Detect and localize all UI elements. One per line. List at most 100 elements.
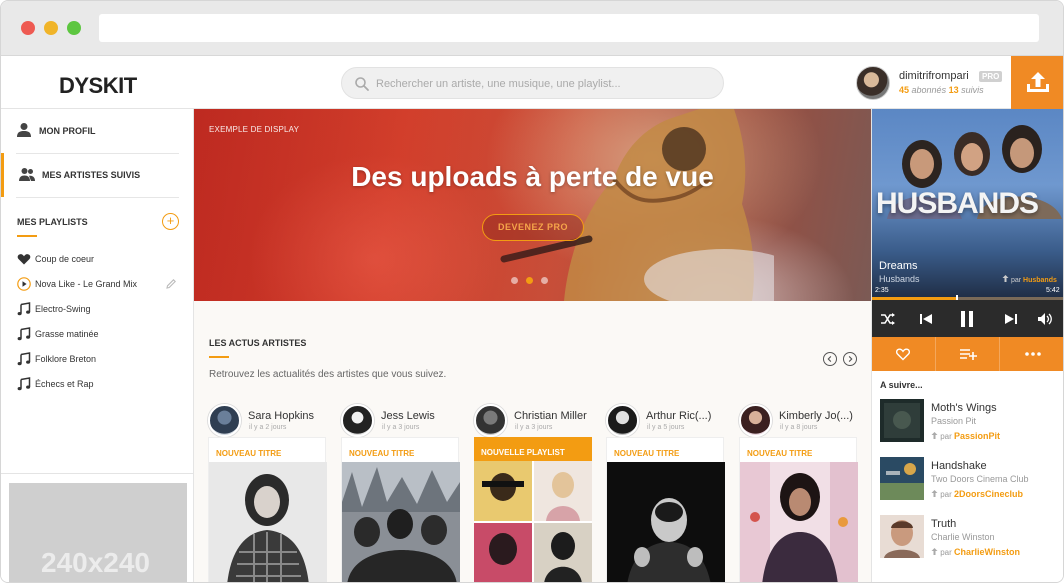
uploader-link[interactable]: CharlieWinston bbox=[954, 547, 1020, 557]
more-icon bbox=[1025, 352, 1041, 356]
album-cover[interactable]: HUSBANDS Dreams Husbands par Husbands 2:… bbox=[872, 109, 1063, 299]
queue-title: Moth's Wings bbox=[931, 402, 997, 414]
avatar[interactable] bbox=[856, 66, 890, 100]
queue-item[interactable]: Moth's Wings Passion Pit par PassionPit bbox=[880, 399, 1060, 444]
add-playlist-button[interactable]: + bbox=[162, 213, 179, 230]
post-time: il y a 3 jours bbox=[382, 424, 420, 431]
card-image[interactable] bbox=[342, 462, 460, 583]
card-tag: NOUVEAU TITRE bbox=[216, 449, 282, 458]
queue-uploader: par PassionPit bbox=[931, 431, 1000, 441]
track-title[interactable]: Dreams bbox=[879, 260, 918, 272]
hero-tag: EXEMPLE DE DISPLAY bbox=[209, 125, 300, 134]
sidebar-item-followed-artists[interactable]: MES ARTISTES SUIVIS bbox=[1, 153, 194, 197]
queue-artist: Charlie Winston bbox=[931, 532, 995, 542]
card-image-collage[interactable] bbox=[474, 461, 592, 583]
post-time: il y a 2 jours bbox=[249, 424, 287, 431]
playlist-item[interactable]: Échecs et Rap bbox=[17, 376, 182, 394]
playlist-add-icon bbox=[960, 349, 977, 360]
card-image[interactable] bbox=[740, 462, 858, 583]
carousel-dot[interactable] bbox=[541, 277, 548, 284]
card-body: NOUVEAU TITRE bbox=[208, 437, 327, 583]
news-card-highlighted[interactable]: Christian Miller il y a 3 jours NOUVELLE… bbox=[474, 401, 592, 583]
close-window-button[interactable] bbox=[21, 21, 35, 35]
player-controls bbox=[872, 300, 1063, 337]
track-uploader: par Husbands bbox=[1002, 275, 1057, 284]
artist-avatar[interactable] bbox=[474, 404, 507, 437]
volume-icon[interactable] bbox=[1036, 310, 1054, 328]
maximize-window-button[interactable] bbox=[67, 21, 81, 35]
card-image[interactable] bbox=[209, 462, 327, 583]
pencil-icon[interactable] bbox=[165, 278, 177, 290]
playlist-item[interactable]: Coup de coeur bbox=[17, 251, 182, 269]
artist-name[interactable]: Sara Hopkins bbox=[248, 410, 314, 422]
heading-underline bbox=[17, 235, 37, 237]
queue-item[interactable]: Truth Charlie Winston par CharlieWinston bbox=[880, 515, 1060, 560]
previous-icon[interactable] bbox=[917, 310, 935, 328]
post-time: il y a 3 jours bbox=[515, 424, 553, 431]
artist-name[interactable]: Jess Lewis bbox=[381, 410, 435, 422]
more-options-button[interactable] bbox=[1001, 337, 1063, 371]
chevron-left-icon[interactable] bbox=[823, 352, 837, 366]
like-button[interactable] bbox=[872, 337, 936, 371]
artist-avatar[interactable] bbox=[341, 404, 374, 437]
playlist-item[interactable]: Nova Like - Le Grand Mix bbox=[17, 276, 182, 294]
by-label: par bbox=[1010, 277, 1022, 284]
heading-underline bbox=[209, 356, 229, 358]
up-next-heading: A suivre... bbox=[880, 380, 923, 390]
address-bar[interactable] bbox=[99, 14, 1039, 42]
shuffle-icon[interactable] bbox=[879, 310, 897, 328]
become-pro-button[interactable]: DEVENEZ PRO bbox=[482, 214, 584, 241]
followers-label: abonnés bbox=[911, 85, 947, 95]
playlist-item[interactable]: Electro-Swing bbox=[17, 301, 182, 319]
playlist-label: Grasse matinée bbox=[35, 329, 99, 339]
search-bar[interactable] bbox=[341, 67, 724, 99]
artist-avatar[interactable] bbox=[739, 404, 772, 437]
artist-name[interactable]: Arthur Ric(...) bbox=[646, 410, 711, 422]
track-actions bbox=[872, 337, 1063, 371]
ad-placeholder[interactable]: 240x240 bbox=[9, 483, 187, 582]
queue-thumbnail bbox=[880, 399, 924, 442]
artist-avatar[interactable] bbox=[208, 404, 241, 437]
upload-icon bbox=[931, 548, 938, 555]
news-card[interactable]: Sara Hopkins il y a 2 jours NOUVEAU TITR… bbox=[208, 401, 327, 583]
news-card[interactable]: Jess Lewis il y a 3 jours NOUVEAU TITRE bbox=[341, 401, 460, 583]
music-note-icon bbox=[17, 352, 31, 366]
post-time: il y a 8 jours bbox=[780, 424, 818, 431]
logo[interactable]: DYSKIT bbox=[59, 73, 137, 99]
time-total: 5:42 bbox=[1046, 287, 1060, 294]
artist-name[interactable]: Kimberly Jo(...) bbox=[779, 410, 853, 422]
upload-icon bbox=[931, 490, 938, 497]
post-time: il y a 5 jours bbox=[647, 424, 685, 431]
username[interactable]: dimitrifrompari bbox=[899, 70, 969, 82]
minimize-window-button[interactable] bbox=[44, 21, 58, 35]
uploader-link[interactable]: Husbands bbox=[1023, 277, 1057, 284]
playlist-item[interactable]: Grasse matinée bbox=[17, 326, 182, 344]
queue-item[interactable]: Handshake Two Doors Cinema Club par 2Doo… bbox=[880, 457, 1060, 502]
add-to-playlist-button[interactable] bbox=[936, 337, 1000, 371]
playlist-label: Nova Like - Le Grand Mix bbox=[35, 279, 138, 289]
sidebar-item-label: MES ARTISTES SUIVIS bbox=[42, 170, 141, 180]
uploader-link[interactable]: PassionPit bbox=[954, 431, 1000, 441]
card-image[interactable] bbox=[607, 462, 725, 583]
playlist-item[interactable]: Folklore Breton bbox=[17, 351, 182, 369]
artist-name[interactable]: Christian Miller bbox=[514, 410, 587, 422]
news-card[interactable]: Arthur Ric(...) il y a 5 jours NOUVEAU T… bbox=[606, 401, 725, 583]
track-artist[interactable]: Husbands bbox=[879, 274, 920, 284]
carousel-dot-active[interactable] bbox=[526, 277, 533, 284]
divider bbox=[16, 197, 179, 198]
following-count: 13 bbox=[948, 85, 959, 95]
music-note-icon bbox=[17, 327, 31, 341]
search-input[interactable] bbox=[376, 74, 716, 94]
divider bbox=[1, 473, 194, 474]
pause-icon[interactable] bbox=[958, 310, 976, 328]
uploader-link[interactable]: 2DoorsCineclub bbox=[954, 489, 1023, 499]
chevron-right-icon[interactable] bbox=[843, 352, 857, 366]
news-card[interactable]: Kimberly Jo(...) il y a 8 jours NOUVEAU … bbox=[739, 401, 858, 583]
next-icon[interactable] bbox=[1002, 310, 1020, 328]
sidebar-item-profile[interactable]: MON PROFIL bbox=[1, 109, 194, 153]
carousel-dot[interactable] bbox=[511, 277, 518, 284]
artist-avatar[interactable] bbox=[606, 404, 639, 437]
hero-title: Des uploads à perte de vue bbox=[351, 161, 714, 192]
upload-button[interactable] bbox=[1011, 56, 1063, 109]
playlist-label: Échecs et Rap bbox=[35, 379, 94, 389]
